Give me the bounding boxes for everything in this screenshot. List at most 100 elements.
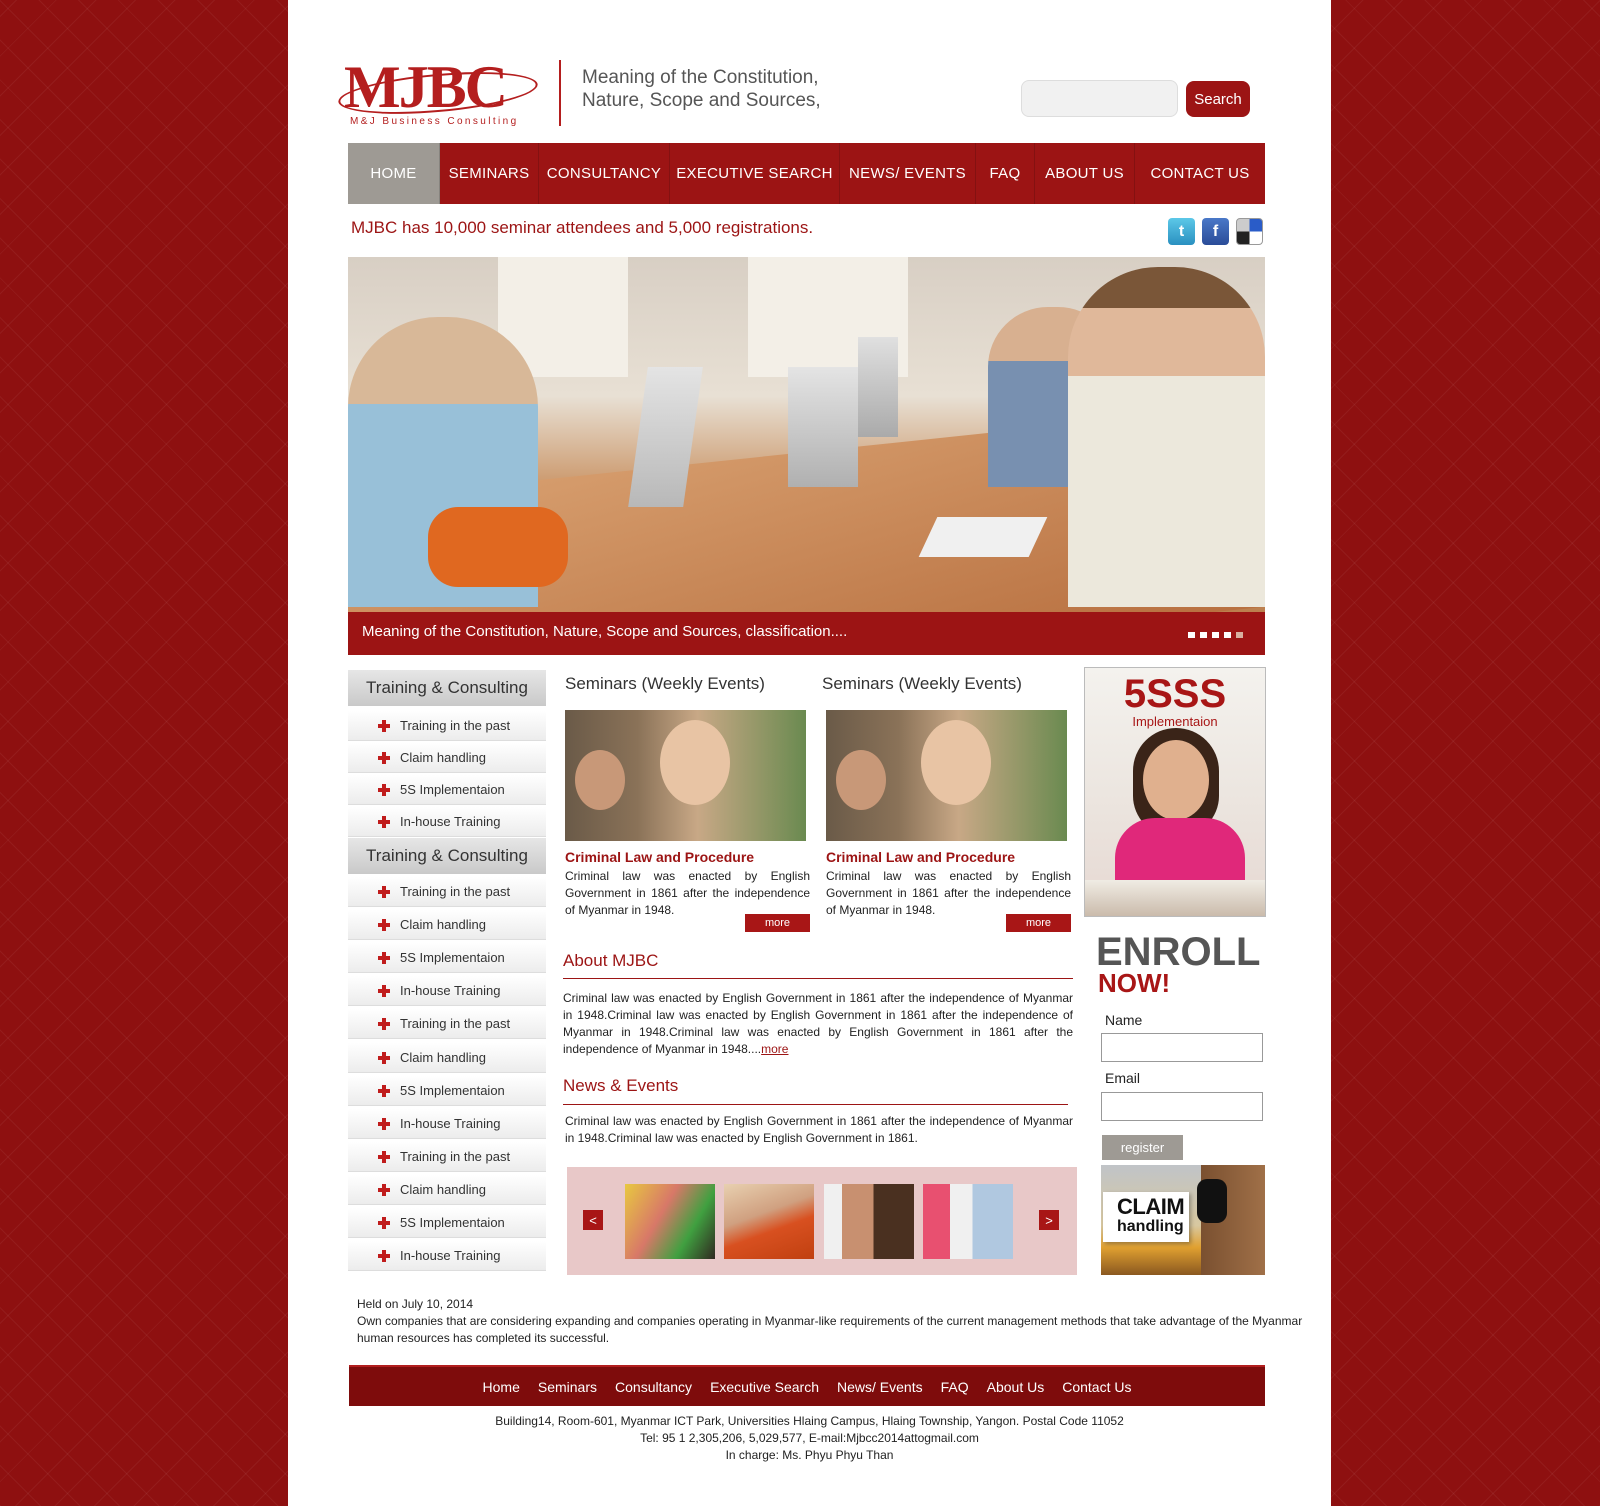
footer-link-seminars[interactable]: Seminars <box>538 1379 597 1395</box>
sidebar-item[interactable]: In-house Training <box>348 976 546 1007</box>
facebook-icon[interactable]: f <box>1202 218 1229 245</box>
sidebar-item[interactable]: Training in the past <box>348 1009 546 1040</box>
seminar-title: Seminars (Weekly Events) <box>565 674 765 693</box>
seminar-subtitle[interactable]: Criminal Law and Procedure <box>826 849 1015 865</box>
promo-title: 5SSS <box>1123 672 1227 716</box>
slide-dot-active[interactable] <box>1236 632 1243 638</box>
nav-about-us[interactable]: ABOUT US <box>1035 143 1135 204</box>
about-title: About MJBC <box>563 951 659 970</box>
promo-books <box>1085 880 1265 916</box>
sidebar-item[interactable]: Claim handling <box>348 743 546 773</box>
claim-title: CLAIM <box>1117 1194 1185 1219</box>
sidebar-item[interactable]: Training in the past <box>348 877 546 907</box>
hero-monitor <box>858 337 898 437</box>
seminar-face <box>921 720 991 805</box>
logo-text: MJBC <box>344 54 508 120</box>
sidebar-item-label: In-house Training <box>400 814 501 829</box>
nav-seminars[interactable]: SEMINARS <box>440 143 539 204</box>
sidebar-item[interactable]: In-house Training <box>348 1108 546 1139</box>
gallery-thumbnail[interactable] <box>824 1184 914 1259</box>
seminar-image[interactable] <box>565 710 806 841</box>
seminar-title: Seminars (Weekly Events) <box>822 674 1022 693</box>
gallery-thumbnail[interactable] <box>625 1184 715 1259</box>
footer-link-home[interactable]: Home <box>483 1379 520 1395</box>
sidebar-item-label: Training in the past <box>400 718 511 733</box>
slide-dot[interactable] <box>1188 632 1195 638</box>
gallery-next-button[interactable]: > <box>1039 1210 1059 1230</box>
footer-link-contact-us[interactable]: Contact Us <box>1062 1379 1131 1395</box>
slide-dot[interactable] <box>1200 632 1207 638</box>
cross-bullet-icon <box>378 1084 390 1097</box>
nav-news-events[interactable]: NEWS/ EVENTS <box>840 143 976 204</box>
cross-bullet-icon <box>378 1018 390 1031</box>
about-more-link[interactable]: more <box>761 1042 788 1056</box>
page-container: MJBC M&J Business Consulting Meaning of … <box>288 0 1331 1506</box>
promo-person-face <box>1143 740 1209 820</box>
register-button[interactable]: register <box>1102 1135 1183 1160</box>
sidebar-item-label: 5S Implementaion <box>400 782 505 797</box>
sidebar-item-label: 5S Implementaion <box>400 950 505 966</box>
footer-in-charge: In charge: Ms. Phyu Phyu Than <box>725 1448 894 1462</box>
gallery-thumbnail[interactable] <box>724 1184 814 1259</box>
seminar-subtitle[interactable]: Criminal Law and Procedure <box>565 849 754 865</box>
sidebar-item[interactable]: Training in the past <box>348 711 546 741</box>
sidebar-item-label: In-house Training <box>400 1248 501 1264</box>
search-input[interactable] <box>1021 80 1178 117</box>
claim-label-box: CLAIM handling <box>1103 1192 1189 1242</box>
tagline-line-2: Nature, Scope and Sources, <box>582 90 821 111</box>
gallery-thumbnail[interactable] <box>923 1184 1013 1259</box>
cross-bullet-icon <box>378 1150 390 1163</box>
nav-contact-us[interactable]: CONTACT US <box>1135 143 1265 204</box>
sidebar-item[interactable]: Claim handling <box>348 910 546 941</box>
gallery-prev-button[interactable]: < <box>583 1210 603 1230</box>
sidebar-item[interactable]: Claim handling <box>348 1042 546 1073</box>
nav-consultancy[interactable]: CONSULTANCY <box>539 143 670 204</box>
sidebar-item[interactable]: Claim handling <box>348 1174 546 1205</box>
seminar-image[interactable] <box>826 710 1067 841</box>
sidebar-item[interactable]: 5S Implementaion <box>348 943 546 974</box>
logo[interactable]: MJBC M&J Business Consulting <box>336 52 540 132</box>
hero-caption: Meaning of the Constitution, Nature, Sco… <box>362 623 848 640</box>
news-text: Criminal law was enacted by English Gove… <box>565 1114 1073 1145</box>
footer-link-consultancy[interactable]: Consultancy <box>615 1379 692 1395</box>
sidebar-item-label: 5S Implementaion <box>400 1082 505 1098</box>
footer-link-faq[interactable]: FAQ <box>941 1379 969 1395</box>
footer-link-news-events[interactable]: News/ Events <box>837 1379 923 1395</box>
sidebar-item[interactable]: 5S Implementaion <box>348 1208 546 1238</box>
promo-banner[interactable]: 5SSS Implementaion <box>1084 667 1266 917</box>
sidebar-item[interactable]: 5S Implementaion <box>348 1075 546 1106</box>
hero-monitor <box>788 367 858 487</box>
seminar-text: Criminal law was enacted by English Gove… <box>826 869 1071 917</box>
sidebar-item[interactable]: Training in the past <box>348 1141 546 1172</box>
footer-link-executive-search[interactable]: Executive Search <box>710 1379 819 1395</box>
hero-bag <box>428 507 568 587</box>
nav-faq[interactable]: FAQ <box>976 143 1035 204</box>
footer-address: Building14, Room-601, Myanmar ICT Park, … <box>495 1414 1124 1428</box>
photo-gallery: < > <box>567 1167 1077 1275</box>
event-date: Held on July 10, 2014 <box>357 1297 474 1311</box>
nav-home[interactable]: HOME <box>348 143 440 204</box>
seminar-text: Criminal law was enacted by English Gove… <box>565 869 810 917</box>
search-button[interactable]: Search <box>1186 81 1250 117</box>
twitter-icon[interactable]: t <box>1168 218 1195 245</box>
sidebar-item-label: Claim handling <box>400 750 486 765</box>
nav-executive-search[interactable]: EXECUTIVE SEARCH <box>670 143 840 204</box>
delicious-icon[interactable] <box>1236 218 1263 245</box>
about-divider <box>563 978 1073 979</box>
name-field[interactable] <box>1101 1033 1263 1062</box>
logo-subtitle: M&J Business Consulting <box>350 116 519 127</box>
footer-link-about-us[interactable]: About Us <box>987 1379 1045 1395</box>
slide-dot[interactable] <box>1224 632 1231 638</box>
sidebar-item[interactable]: 5S Implementaion <box>348 775 546 805</box>
seminar-more-button[interactable]: more <box>745 914 810 932</box>
footer-contact: Tel: 95 1 2,305,206, 5,029,577, E-mail:M… <box>640 1431 979 1445</box>
sidebar-item-label: Claim handling <box>400 1049 486 1065</box>
email-field[interactable] <box>1101 1092 1263 1121</box>
sidebar-item[interactable]: In-house Training <box>348 807 546 837</box>
slide-dot[interactable] <box>1212 632 1219 638</box>
event-note: Held on July 10, 2014 Own companies that… <box>357 1296 1317 1347</box>
sidebar-item[interactable]: In-house Training <box>348 1241 546 1272</box>
news-divider <box>563 1104 1068 1105</box>
claim-handling-banner[interactable]: CLAIM handling <box>1101 1165 1265 1275</box>
seminar-more-button[interactable]: more <box>1006 914 1071 932</box>
